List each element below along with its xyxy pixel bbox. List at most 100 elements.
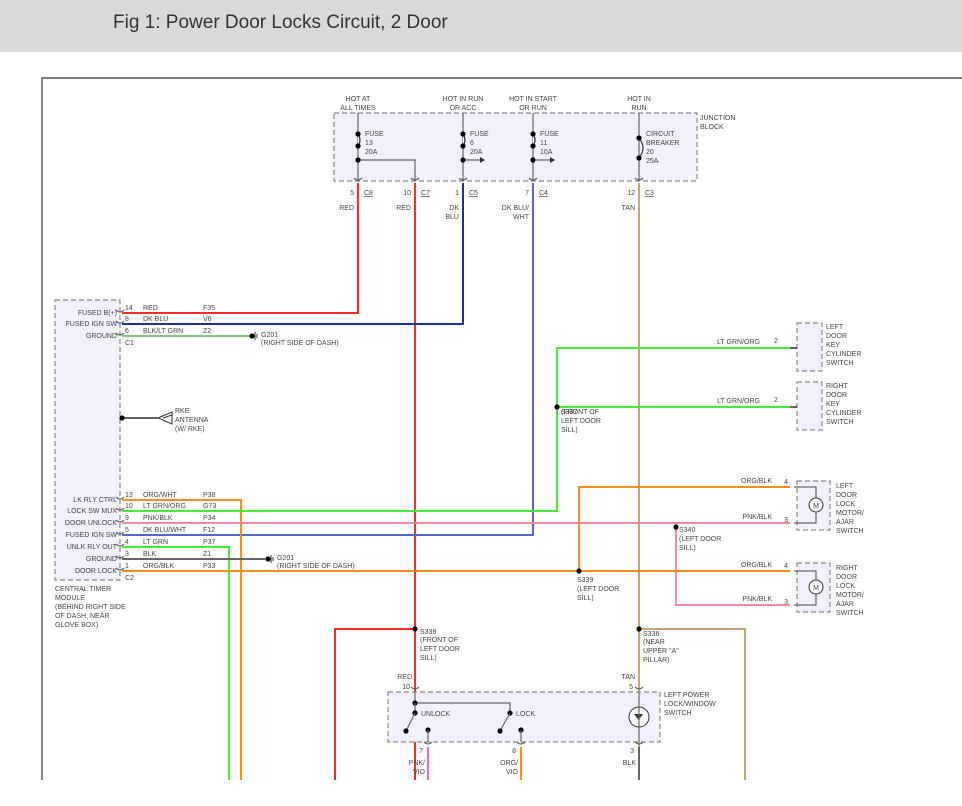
pin-number: 3: [125, 551, 129, 558]
key-switch-label: KEY: [826, 401, 840, 408]
pin-number: 6: [125, 328, 129, 335]
unlock-label: UNLOCK: [421, 711, 451, 718]
motor-symbol: M: [813, 503, 819, 510]
circuit-number: F12: [203, 527, 215, 534]
wire-color-label: LT GRN/ORG: [717, 339, 760, 346]
module-pin-name: DOOR UNLOCK: [65, 520, 117, 527]
module-pin-name: LK RLY CTRL: [73, 497, 117, 504]
wire-color-label: DK BLU/: [502, 205, 529, 212]
pin-number: 5: [350, 190, 354, 197]
pin-number: 1: [455, 190, 459, 197]
key-switch-label: LEFT: [826, 324, 844, 331]
wire-color-label: ORG/BLK: [741, 478, 772, 485]
module-label: GLOVE BOX): [55, 622, 98, 629]
splice-dot: [636, 626, 642, 632]
switch-contact: [403, 728, 409, 734]
pin-number: 5: [629, 684, 633, 691]
circuit-number: P33: [203, 563, 216, 570]
motor-label: DOOR: [836, 574, 857, 581]
key-switch-label: DOOR: [826, 392, 847, 399]
key-switch-label: SWITCH: [826, 419, 854, 426]
connector-id: C3: [645, 190, 654, 197]
fuse-label: FUSE: [470, 131, 489, 138]
power-source-label: HOT IN RUN: [443, 96, 484, 103]
key-cylinder-switch: [796, 322, 823, 372]
pin-number: 7: [419, 748, 423, 755]
key-switch-label: CYLINDER: [826, 351, 861, 358]
motor-label: LOCK: [836, 583, 855, 590]
wire-color-label: LT GRN: [143, 539, 168, 546]
fuse-label: 20A: [365, 149, 378, 156]
motor-label: SWITCH: [836, 528, 864, 535]
splice-location: (NEAR: [643, 639, 665, 646]
wire-color-label: ORG/BLK: [741, 562, 772, 569]
motor-label: AJAR: [836, 601, 854, 608]
module-label: (BEHIND RIGHT SIDE: [55, 604, 126, 611]
module-pin-name: LOCK SW MUX: [67, 508, 117, 515]
power-source-label: ALL TIMES: [340, 105, 376, 112]
wire-dk-blu-v6: [122, 183, 464, 325]
ground-dot: [265, 556, 271, 562]
wire-color-label: VIO: [413, 769, 426, 776]
wire-color-label: TAN: [622, 674, 635, 681]
pin-number: 3: [630, 748, 634, 755]
fuse-label: 20A: [470, 149, 483, 156]
wire-color-label: RED: [396, 205, 411, 212]
pin-number: 10: [125, 503, 133, 510]
module-pin-name: UNLK RLY OUT: [67, 544, 118, 551]
ground-id: G201: [277, 555, 294, 562]
wire-color-label: TAN: [622, 205, 635, 212]
fuse-label: 6: [470, 140, 474, 147]
splice-location: (LEFT DOOR: [577, 586, 619, 593]
splice-location: SILL): [679, 545, 696, 552]
wire-color-label: LT GRN/ORG: [717, 398, 760, 405]
motor-label: LEFT: [836, 483, 854, 490]
wire-dk-blu-wht: [122, 183, 534, 536]
pin-number: 2: [774, 397, 778, 404]
pin-number: 3: [784, 599, 788, 606]
circuit-number: P38: [203, 492, 216, 499]
connector-id: C4: [539, 190, 548, 197]
fuse-terminal: [530, 143, 536, 149]
splice-location: LEFT DOOR: [561, 418, 601, 425]
module-label: OF DASH, NEAR: [55, 613, 109, 620]
connector-id: C1: [125, 340, 134, 347]
wire-org-wht-p38: [122, 499, 242, 780]
circuit-number: Z2: [203, 328, 211, 335]
splice-id: S340: [679, 527, 695, 534]
pin-number: 2: [774, 338, 778, 345]
splice-dot: [460, 157, 466, 163]
pin-number: 1: [125, 563, 129, 570]
splice-dot: [412, 626, 418, 632]
power-source-label: OR ACC: [450, 105, 477, 112]
wire-color-label: BLK: [623, 760, 637, 767]
lock-label: LOCK: [516, 711, 535, 718]
wire-color-label: PNK/BLK: [742, 514, 772, 521]
circuit-number: P34: [203, 515, 216, 522]
connector-id: C5: [469, 190, 478, 197]
power-source-label: HOT IN START: [509, 96, 558, 103]
wire-color-label: ORG/BLK: [143, 563, 174, 570]
antenna-icon: [156, 411, 173, 425]
breaker-label: BREAKER: [646, 140, 679, 147]
switch-contact: [497, 728, 503, 734]
motor-label: MOTOR/: [836, 592, 864, 599]
pin-number: 12: [627, 190, 635, 197]
pin-number: 10: [402, 684, 410, 691]
splice-location: SILL): [577, 595, 594, 602]
wire-color-label: RED: [143, 305, 158, 312]
key-switch-label: CYLINDER: [826, 410, 861, 417]
splice-location: LEFT DOOR: [420, 646, 460, 653]
pin-number: 10: [403, 190, 411, 197]
splice-dot: [554, 404, 560, 410]
motor-symbol: M: [813, 585, 819, 592]
wiring-diagram: JUNCTION BLOCK HOT AT ALL TIMES HOT IN RUN OR…: [41, 77, 962, 780]
rke-antenna-label: (W/ RKE): [175, 426, 205, 433]
ground-icon: [254, 332, 258, 340]
pin-number: 4: [784, 563, 788, 570]
breaker-label: CIRCUIT: [646, 131, 675, 138]
circuit-number: G73: [203, 503, 216, 510]
motor-label: MOTOR/: [836, 510, 864, 517]
pin-number: 8: [125, 316, 129, 323]
circuit-number: V6: [203, 316, 212, 323]
